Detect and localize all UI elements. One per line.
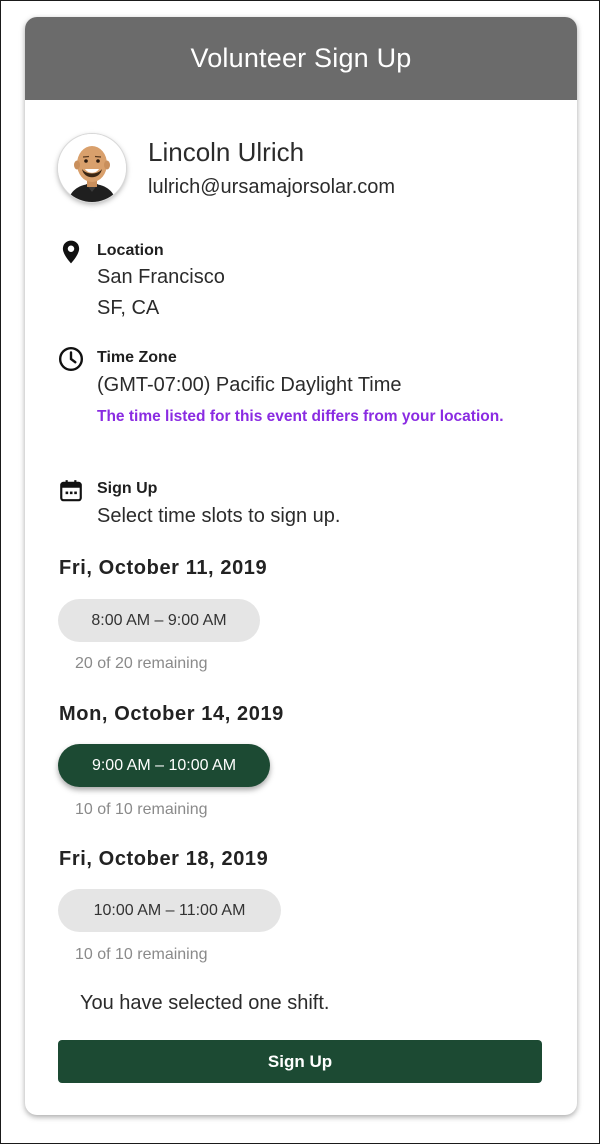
volunteer-signup-card: Volunteer Sign Up Lincoln Ulrich lulrich… bbox=[25, 17, 577, 1115]
remaining-count: 20 of 20 remaining bbox=[75, 655, 208, 672]
time-zone-warning: The time listed for this event differs f… bbox=[97, 408, 504, 425]
location-label: Location bbox=[97, 242, 164, 259]
remaining-count: 10 of 10 remaining bbox=[75, 801, 208, 818]
time-zone-value: (GMT-07:00) Pacific Daylight Time bbox=[97, 374, 402, 396]
user-email: lulrich@ursamajorsolar.com bbox=[148, 176, 396, 198]
calendar-icon bbox=[60, 480, 82, 502]
location-state: SF, CA bbox=[97, 297, 160, 319]
remaining-count: 10 of 10 remaining bbox=[75, 946, 208, 963]
date-heading: Mon, October 14, 2019 bbox=[59, 703, 284, 725]
avatar-illustration bbox=[58, 134, 126, 202]
card-title: Volunteer Sign Up bbox=[190, 43, 412, 73]
map-pin-icon bbox=[62, 240, 80, 264]
screenshot-frame: Volunteer Sign Up Lincoln Ulrich lulrich… bbox=[0, 0, 600, 1144]
time-slot-button[interactable]: 10:00 AM – 11:00 AM bbox=[58, 889, 281, 932]
time-zone-label: Time Zone bbox=[97, 349, 177, 366]
sign-up-instructions: Select time slots to sign up. bbox=[97, 505, 341, 527]
card-header: Volunteer Sign Up bbox=[25, 17, 577, 100]
sign-up-button[interactable]: Sign Up bbox=[58, 1040, 542, 1083]
time-slot-button[interactable]: 8:00 AM – 9:00 AM bbox=[58, 599, 260, 642]
date-heading: Fri, October 11, 2019 bbox=[59, 557, 268, 579]
avatar bbox=[58, 134, 126, 202]
location-city: San Francisco bbox=[97, 266, 225, 288]
selection-summary: You have selected one shift. bbox=[80, 992, 330, 1014]
sign-up-button-label: Sign Up bbox=[267, 1051, 333, 1071]
sign-up-label: Sign Up bbox=[97, 480, 158, 497]
time-slot-button-selected[interactable]: 9:00 AM – 10:00 AM bbox=[58, 744, 270, 787]
date-heading: Fri, October 18, 2019 bbox=[59, 848, 269, 870]
user-name: Lincoln Ulrich bbox=[148, 137, 305, 167]
clock-icon bbox=[58, 346, 84, 372]
